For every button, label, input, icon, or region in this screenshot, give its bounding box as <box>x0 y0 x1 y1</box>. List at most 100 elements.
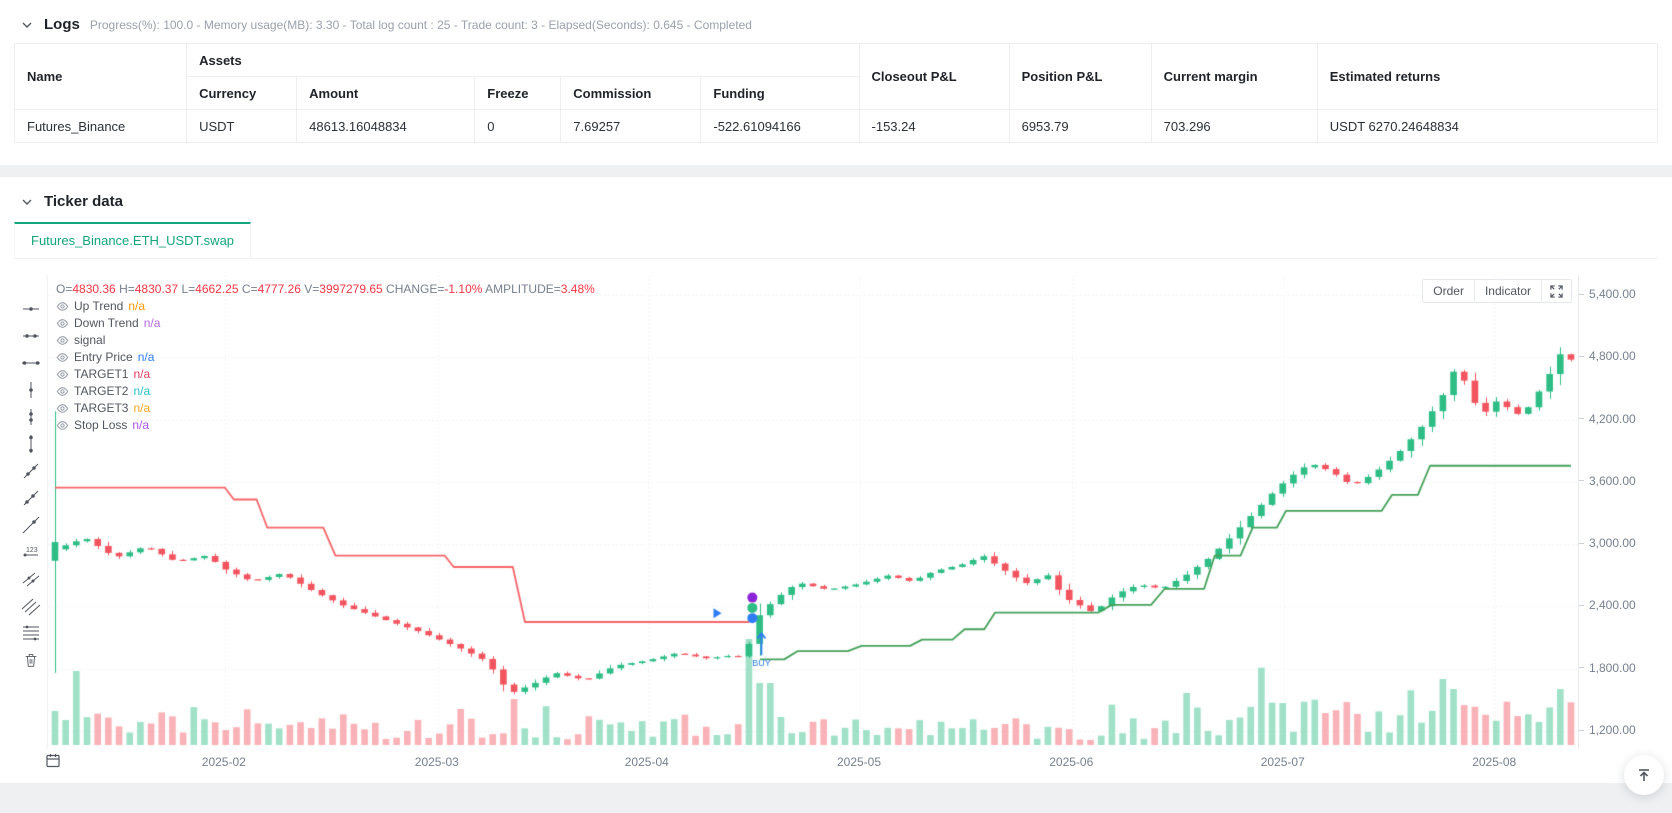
eye-visibility-icon[interactable] <box>56 300 69 313</box>
price-axis-label: 1,800.00 <box>1579 661 1636 675</box>
time-axis-label: 2025-05 <box>836 755 882 769</box>
vertical-ray-icon[interactable] <box>19 378 43 401</box>
svg-text:123: 123 <box>26 547 38 554</box>
chart-button-group: Order Indicator <box>1422 279 1572 303</box>
col-header-closeout-pnl: Closeout P&L <box>858 43 1010 110</box>
ray-line-icon[interactable] <box>19 486 43 509</box>
trash-icon[interactable] <box>19 648 43 671</box>
drawing-toolbar: 123 <box>14 275 48 749</box>
collapse-chevron-icon[interactable] <box>20 18 34 32</box>
kline-chart: 123 O=4830.36 H=4830.37 L=4662.25 C=4777… <box>14 275 1658 749</box>
legend-row: TARGET3 n/a <box>56 400 595 417</box>
legend-value: n/a <box>143 316 161 330</box>
col-group-assets: Assets <box>186 43 860 77</box>
eye-visibility-icon[interactable] <box>56 334 69 347</box>
legend-value: n/a <box>132 418 150 432</box>
time-axis-label: 2025-03 <box>414 755 459 769</box>
back-to-top-button[interactable] <box>1624 755 1664 795</box>
legend-value: n/a <box>133 367 151 381</box>
legend-label: signal <box>74 333 106 347</box>
cell-funding: -522.61094166 <box>700 109 860 143</box>
legend-label: Up Trend <box>74 299 124 313</box>
price-axis-label: 1,200.00 <box>1579 723 1636 737</box>
legend-row: Entry Price n/a <box>56 349 595 366</box>
legend-label: Stop Loss <box>74 418 128 432</box>
col-header-amount: Amount <box>296 76 476 110</box>
eye-visibility-icon[interactable] <box>56 368 69 381</box>
legend-value: n/a <box>128 299 146 313</box>
time-axis-label: 2025-02 <box>201 755 246 769</box>
eye-visibility-icon[interactable] <box>56 351 69 364</box>
cell-amount: 48613.16048834 <box>296 109 476 143</box>
ticker-data-header: Ticker data <box>14 189 1658 220</box>
eye-visibility-icon[interactable] <box>56 317 69 330</box>
col-header-currency: Currency <box>186 76 298 110</box>
col-header-funding: Funding <box>700 76 860 110</box>
segment-line-icon[interactable] <box>19 459 43 482</box>
col-header-commission: Commission <box>560 76 702 110</box>
indicator-legend: Up Trend n/a Down Trend n/a signal Entry Pric… <box>56 298 595 434</box>
time-axis-label: 2025-06 <box>1049 755 1094 769</box>
cell-estimated-returns: USDT 6270.24648834 <box>1316 109 1659 143</box>
legend-row: TARGET1 n/a <box>56 366 595 383</box>
eye-visibility-icon[interactable] <box>56 419 69 432</box>
price-axis-label: 3,600.00 <box>1579 474 1636 488</box>
order-button[interactable]: Order <box>1423 280 1475 302</box>
legend-label: TARGET2 <box>74 384 129 398</box>
logs-progress-summary: Progress(%): 100.0 - Memory usage(MB): 3… <box>89 17 752 32</box>
legend-label: TARGET3 <box>74 401 129 415</box>
time-axis: 2025-02 2025-03 2025-04 2025-05 2025-06 2025-… <box>14 749 1658 775</box>
cell-closeout-pnl: -153.24 <box>858 109 1010 143</box>
ticker-data-section: Ticker data Futures_Binance.ETH_USDT.swa… <box>0 177 1672 783</box>
legend-row: Up Trend n/a <box>56 298 595 315</box>
straight-line-icon[interactable] <box>19 513 43 536</box>
collapse-chevron-icon[interactable] <box>20 195 34 209</box>
indicator-button[interactable]: Indicator <box>1475 280 1542 302</box>
legend-value: n/a <box>137 350 155 364</box>
price-channel-icon[interactable] <box>19 594 43 617</box>
col-header-estimated-returns: Estimated returns <box>1316 43 1659 110</box>
horizontal-line-icon[interactable] <box>19 351 43 374</box>
time-axis-label: 2025-08 <box>1472 755 1517 769</box>
legend-value: n/a <box>133 401 151 415</box>
cell-freeze: 0 <box>474 109 562 143</box>
logs-header: Logs Progress(%): 100.0 - Memory usage(M… <box>14 12 1658 43</box>
cell-currency: USDT <box>186 109 298 143</box>
eye-visibility-icon[interactable] <box>56 402 69 415</box>
chart-overlay: O=4830.36 H=4830.37 L=4662.25 C=4777.26 … <box>56 281 595 434</box>
ticker-data-title: Ticker data <box>44 193 123 210</box>
ticker-tabbar: Futures_Binance.ETH_USDT.swap <box>14 222 1658 259</box>
price-axis-label: 3,000.00 <box>1579 536 1636 550</box>
col-header-current-margin: Current margin <box>1150 43 1318 110</box>
time-axis-label: 2025-07 <box>1260 755 1305 769</box>
assets-table: Name Assets Closeout P&L Position P&L Cu… <box>13 43 1659 143</box>
chart-pane: O=4830.36 H=4830.37 L=4662.25 C=4777.26 … <box>48 275 1578 749</box>
price-axis-label: 4,800.00 <box>1579 349 1636 363</box>
price-label-icon[interactable]: 123 <box>19 540 43 563</box>
tab-futures-binance-eth-usdt-swap[interactable]: Futures_Binance.ETH_USDT.swap <box>14 222 252 258</box>
col-header-name: Name <box>13 43 188 110</box>
cell-position-pnl: 6953.79 <box>1008 109 1152 143</box>
horizontal-ray-icon[interactable] <box>19 297 43 320</box>
horizontal-segment-icon[interactable] <box>19 324 43 347</box>
price-axis-label: 4,200.00 <box>1579 412 1636 426</box>
calendar-icon[interactable] <box>46 753 60 773</box>
legend-row: TARGET2 n/a <box>56 383 595 400</box>
time-axis-label: 2025-04 <box>624 755 669 769</box>
col-header-freeze: Freeze <box>474 76 562 110</box>
parallel-segment-icon[interactable] <box>19 567 43 590</box>
fibonacci-retracement-icon[interactable] <box>19 621 43 644</box>
vertical-segment-icon[interactable] <box>19 405 43 428</box>
cell-current-margin: 703.296 <box>1150 109 1318 143</box>
legend-label: TARGET1 <box>74 367 129 381</box>
legend-value: n/a <box>133 384 151 398</box>
fullscreen-icon[interactable] <box>1542 280 1571 302</box>
price-axis-label: 2,400.00 <box>1579 598 1636 612</box>
eye-visibility-icon[interactable] <box>56 385 69 398</box>
logs-title: Logs <box>44 16 80 33</box>
vertical-line-icon[interactable] <box>19 432 43 455</box>
legend-label: Down Trend <box>74 316 139 330</box>
table-row: Futures_Binance USDT 48613.16048834 0 7.… <box>13 109 1659 143</box>
legend-row: signal <box>56 332 595 349</box>
logs-section: Logs Progress(%): 100.0 - Memory usage(M… <box>0 0 1672 165</box>
